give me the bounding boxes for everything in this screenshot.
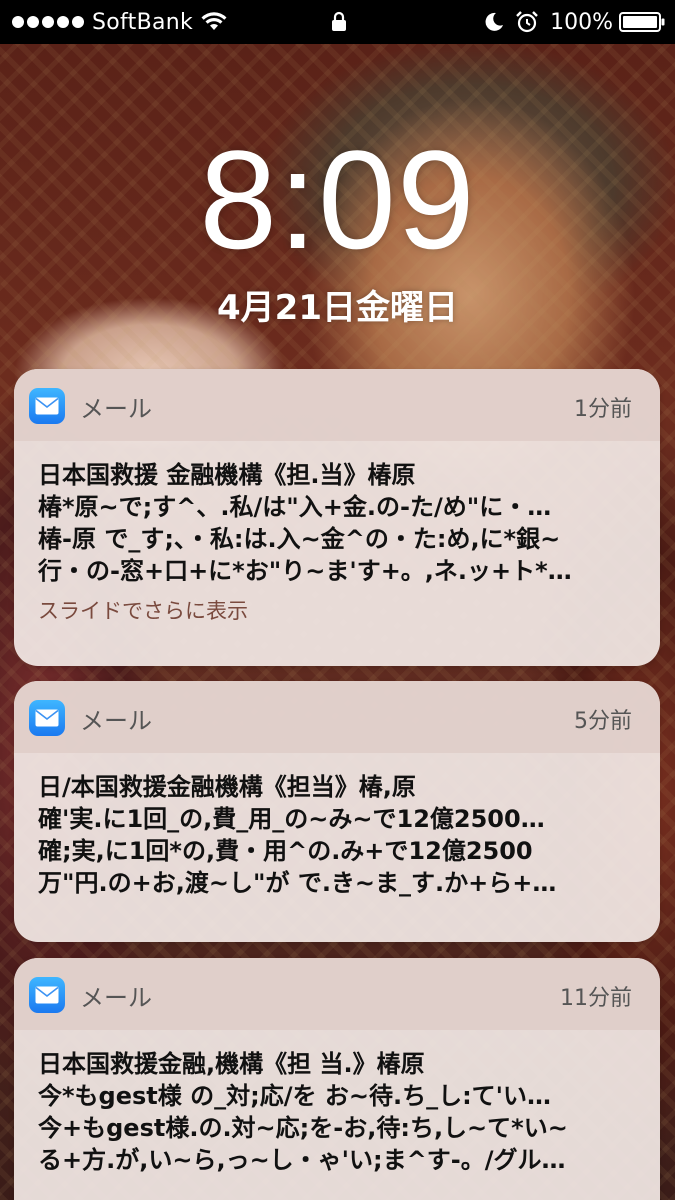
slide-to-show-more-hint: スライドでさらに表示 [38,599,248,623]
notification-time: 1分前 [574,397,632,422]
lock-screen-time: 8:09 [199,121,476,278]
notification-header: メール 5分前 [14,681,660,753]
lock-screen-date: 4月21日金曜日 [217,288,458,328]
notification-line: 椿-原 で_す;、・私:は.入~金^の・た:め,に*銀~ [38,525,561,553]
notification-line: 行・の-窓+口+に*お"り~ま'す+。,ネ.ッ+ト*… [38,557,572,585]
notification-line: 今*もgest様 の_対;応/を お~待.ち_し:て'い… [38,1082,552,1110]
notification-line: 今+もgest様.の.対~応;を-お,待:ち,し~て*い~ [38,1114,568,1142]
mail-app-icon [29,700,65,736]
notification-card-mail-1[interactable]: メール 1分前 日本国救援 金融機構《担.当》椿原 椿*原~で;す^、.私/は"… [14,369,660,666]
status-bar-left: SoftBank [12,8,227,36]
notification-body: 日/本国救援金融機構《担当》椿,原 確'実.に1回_の,費_用_の~み~で12億… [14,753,660,899]
notification-title: 日本国救援 金融機構《担.当》椿原 [38,461,416,489]
carrier-name: SoftBank [92,9,194,35]
app-name: メール [80,395,152,423]
notification-title: 日/本国救援金融機構《担当》椿,原 [38,773,416,801]
do-not-disturb-moon-icon [485,12,504,31]
notification-header: メール 11分前 [14,958,660,1030]
lock-screen: SoftBank 100% 8:09 4月21日金曜日 メール 1分前 日本国救… [0,0,675,1200]
lock-icon [331,10,347,34]
notification-line: 椿*原~で;す^、.私/は"入+金.の-た/め"に・… [38,493,552,521]
notification-card-mail-2[interactable]: メール 5分前 日/本国救援金融機構《担当》椿,原 確'実.に1回_の,費_用_… [14,681,660,942]
notification-line: 万"円.の+お,渡~し"が で.き~ま_す.か+ら+… [38,869,557,897]
notification-card-mail-3[interactable]: メール 11分前 日本国救援金融,機構《担 当.》椿原 今*もgest様 の_対… [14,958,660,1200]
notification-line: る+方.が,い~ら,っ~し・ゃ'い;ま^す-。/グル… [38,1146,566,1174]
battery-percentage: 100% [550,9,613,35]
notification-body: 日本国救援 金融機構《担.当》椿原 椿*原~で;す^、.私/は"入+金.の-た/… [14,441,660,625]
notification-line: 確;実,に1回*の,費・用^の.み+で12億2500 [38,837,533,865]
notification-title: 日本国救援金融,機構《担 当.》椿原 [38,1050,425,1078]
mail-app-icon [29,977,65,1013]
notification-body: 日本国救援金融,機構《担 当.》椿原 今*もgest様 の_対;応/を お~待.… [14,1030,660,1176]
mail-app-icon [29,388,65,424]
alarm-clock-icon [516,11,538,33]
battery-icon [619,12,665,32]
app-name: メール [80,707,152,735]
app-name: メール [80,984,152,1012]
notification-header: メール 1分前 [14,369,660,441]
notification-line: 確'実.に1回_の,費_用_の~み~で12億2500… [38,805,545,833]
wifi-icon [201,12,227,30]
notification-time: 11分前 [560,986,632,1011]
notification-time: 5分前 [574,709,632,734]
status-bar-right: 100% [484,8,665,36]
signal-strength-icon [12,16,84,28]
status-bar: SoftBank 100% [0,0,675,44]
